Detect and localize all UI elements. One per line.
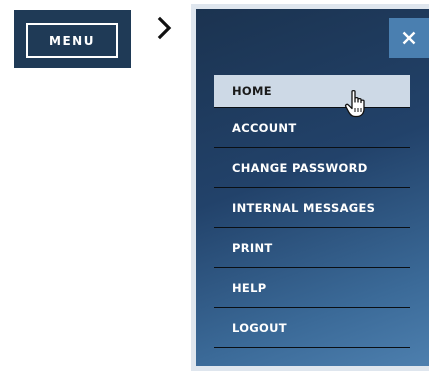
menu-item-label: LOGOUT [232,320,287,335]
menu-item-change-password[interactable]: CHANGE PASSWORD [214,148,410,188]
menu-item-label: ACCOUNT [232,120,297,135]
close-button[interactable] [389,18,429,58]
menu-item-print[interactable]: PRINT [214,228,410,268]
menu-button[interactable]: MENU [26,23,118,58]
menu-panel-body: HOME ACCOUNT CHANGE PASSWORD INTERNAL ME… [196,9,429,366]
menu-item-label: PRINT [232,240,273,255]
menu-item-home[interactable]: HOME [214,75,410,118]
menu-item-label: HELP [232,280,267,295]
menu-demo-stage: MENU HOME ACCOUNT CHANGE PASSWORD INTERN… [0,0,429,371]
menu-item-internal-messages[interactable]: INTERNAL MESSAGES [214,188,410,228]
menu-item-logout[interactable]: LOGOUT [214,308,410,348]
menu-item-label: CHANGE PASSWORD [232,160,368,175]
menu-item-help[interactable]: HELP [214,268,410,308]
menu-item-label: HOME [232,84,272,98]
menu-panel: HOME ACCOUNT CHANGE PASSWORD INTERNAL ME… [191,4,429,371]
menu-trigger-container: MENU [14,10,131,68]
menu-item-label: INTERNAL MESSAGES [232,200,376,215]
menu-item-account[interactable]: ACCOUNT [214,108,410,148]
menu-list: HOME ACCOUNT CHANGE PASSWORD INTERNAL ME… [214,75,410,348]
menu-button-label: MENU [49,33,95,48]
close-icon [402,31,416,45]
chevron-right-icon [157,16,172,40]
